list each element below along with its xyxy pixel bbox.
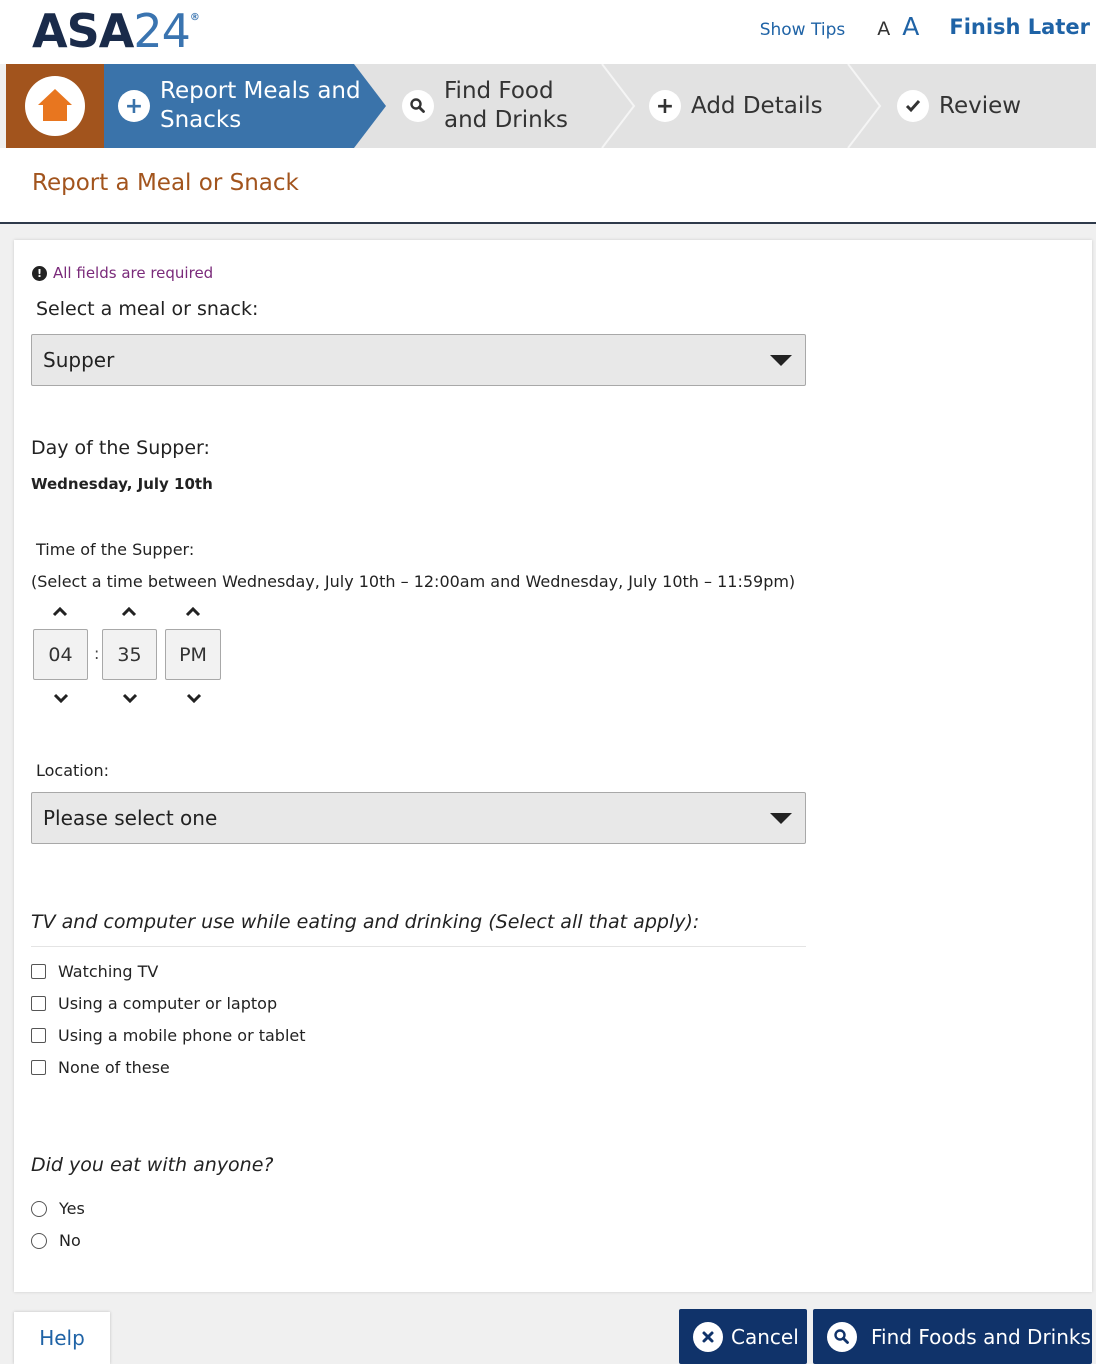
chevron-down-icon: [186, 693, 202, 703]
chevron-up-icon: [121, 607, 137, 617]
time-label: Time of the Supper:: [36, 540, 195, 559]
checkbox-box[interactable]: [31, 996, 46, 1011]
company-question: Did you eat with anyone?: [31, 1154, 274, 1176]
caret-down-icon: [770, 813, 792, 824]
exclamation-icon: !: [32, 265, 47, 281]
divider: [31, 946, 806, 947]
checkbox-box[interactable]: [31, 964, 46, 979]
chevron-down-icon: [53, 693, 69, 703]
required-note: ! All fields are required: [32, 264, 213, 282]
minute-field[interactable]: 35: [102, 629, 157, 680]
step-review[interactable]: Review: [897, 64, 1021, 148]
hour-up-button[interactable]: [50, 604, 70, 620]
location-label: Location:: [36, 761, 110, 780]
checkbox-box[interactable]: [31, 1060, 46, 1075]
help-button[interactable]: Help: [14, 1312, 110, 1364]
checkbox-watching-tv[interactable]: Watching TV: [31, 962, 158, 981]
step-report-meals[interactable]: + Report Meals and Snacks: [118, 64, 361, 148]
show-tips-link[interactable]: Show Tips: [760, 20, 846, 40]
chevron-up-icon: [52, 607, 68, 617]
plus-icon: +: [649, 90, 681, 122]
checkbox-none[interactable]: None of these: [31, 1058, 170, 1077]
chevron-down-icon: [122, 693, 138, 703]
meal-select-label: Select a meal or snack:: [36, 298, 259, 320]
meal-select[interactable]: Supper: [31, 334, 806, 386]
hour-field[interactable]: 04: [33, 629, 88, 680]
font-size-small-button[interactable]: A: [877, 18, 890, 40]
ampm-up-button[interactable]: [183, 604, 203, 620]
home-icon: [38, 89, 72, 121]
location-select[interactable]: Please select one: [31, 792, 806, 844]
step-navigation: + Report Meals and Snacks Find Food and Dr…: [6, 64, 1096, 148]
day-value: Wednesday, July 10th: [31, 475, 213, 493]
close-icon: [693, 1321, 723, 1352]
radio-circle[interactable]: [31, 1232, 47, 1249]
find-foods-button[interactable]: Find Foods and Drinks: [813, 1309, 1092, 1364]
day-label: Day of the Supper:: [31, 437, 210, 459]
check-icon: [897, 90, 929, 122]
meal-select-value: Supper: [43, 348, 115, 372]
cancel-button[interactable]: Cancel: [679, 1309, 807, 1364]
page-header: Report a Meal or Snack: [0, 148, 1096, 224]
step-find-food[interactable]: Find Food and Drinks: [402, 64, 568, 148]
ampm-down-button[interactable]: [184, 690, 204, 706]
caret-down-icon: [770, 355, 792, 366]
checkbox-computer[interactable]: Using a computer or laptop: [31, 994, 277, 1013]
ampm-field[interactable]: PM: [165, 629, 221, 680]
asa24-logo: ASA24®: [32, 4, 200, 58]
minute-up-button[interactable]: [119, 604, 139, 620]
time-hint: (Select a time between Wednesday, July 1…: [31, 572, 796, 591]
checkbox-mobile[interactable]: Using a mobile phone or tablet: [31, 1026, 306, 1045]
hour-down-button[interactable]: [51, 690, 71, 706]
page-title: Report a Meal or Snack: [32, 170, 299, 196]
search-icon: [402, 90, 434, 122]
plus-icon: +: [118, 90, 150, 122]
meal-form-card: ! All fields are required Select a meal …: [14, 240, 1092, 1292]
radio-circle[interactable]: [31, 1200, 47, 1217]
location-select-value: Please select one: [43, 806, 218, 830]
finish-later-link[interactable]: Finish Later: [949, 15, 1090, 39]
step-add-details[interactable]: + Add Details: [649, 64, 823, 148]
search-icon: [827, 1321, 857, 1352]
checkbox-box[interactable]: [31, 1028, 46, 1043]
minute-down-button[interactable]: [120, 690, 140, 706]
radio-no[interactable]: No: [31, 1231, 81, 1250]
top-bar: ASA24® Show Tips A A Finish Later: [0, 0, 1096, 64]
font-size-large-button[interactable]: A: [902, 12, 919, 41]
radio-yes[interactable]: Yes: [31, 1199, 85, 1218]
home-button[interactable]: [6, 64, 104, 148]
chevron-up-icon: [185, 607, 201, 617]
screen-use-question: TV and computer use while eating and dri…: [31, 911, 700, 933]
time-separator: :: [94, 644, 100, 663]
